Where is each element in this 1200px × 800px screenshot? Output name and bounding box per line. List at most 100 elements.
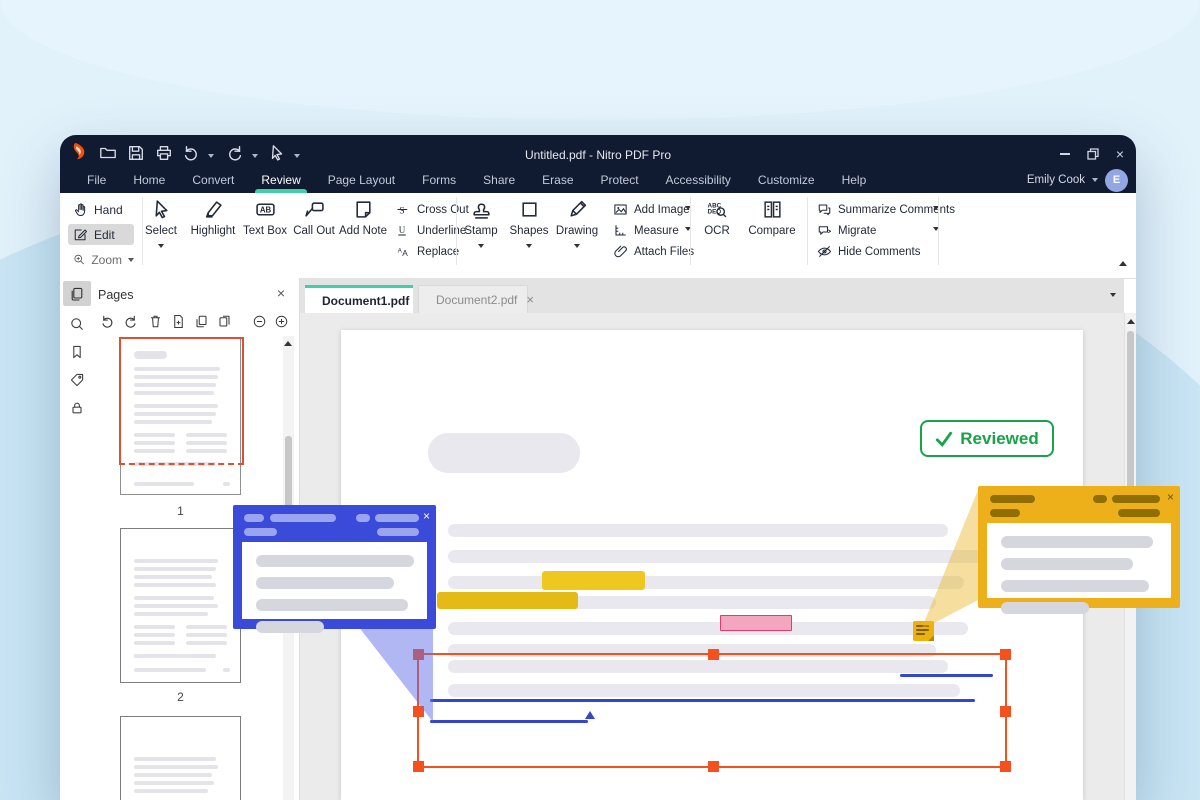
duplicate-page-icon[interactable] bbox=[217, 314, 233, 330]
tab-share[interactable]: Share bbox=[483, 167, 515, 193]
document-tab-1[interactable]: Document1.pdf × bbox=[305, 285, 413, 313]
selection-rectangle[interactable] bbox=[417, 653, 1007, 768]
tab-page-layout[interactable]: Page Layout bbox=[328, 167, 395, 193]
avatar[interactable]: E bbox=[1105, 169, 1128, 192]
ocr-tool[interactable]: ABCDEQ OCR bbox=[689, 199, 745, 237]
svg-text:U: U bbox=[399, 225, 406, 235]
migrate-tool[interactable]: Migrate bbox=[817, 222, 876, 239]
account-menu[interactable]: Emily Cook E bbox=[1027, 167, 1128, 193]
tab-home[interactable]: Home bbox=[133, 167, 165, 193]
resize-handle[interactable] bbox=[413, 706, 424, 717]
popup-body[interactable] bbox=[242, 542, 427, 619]
copy-page-icon[interactable] bbox=[194, 314, 210, 330]
pages-panel-close[interactable]: × bbox=[277, 285, 285, 301]
hand-tool-button[interactable]: Hand bbox=[68, 199, 134, 220]
add-note-tool[interactable]: Add Note bbox=[335, 199, 391, 237]
page-thumbnail-1[interactable] bbox=[120, 338, 241, 495]
close-popup-icon[interactable]: × bbox=[423, 509, 430, 523]
yellow-highlight-annotation[interactable] bbox=[437, 592, 578, 609]
drawing-dropdown[interactable] bbox=[574, 244, 580, 248]
delete-page-icon[interactable] bbox=[148, 314, 164, 330]
pink-highlight-annotation[interactable] bbox=[720, 615, 792, 631]
text-line-placeholder bbox=[223, 482, 230, 486]
text-line-placeholder bbox=[134, 482, 194, 486]
page-thumbnail-2[interactable] bbox=[120, 528, 241, 683]
add-image-tool[interactable]: Add Image bbox=[613, 201, 690, 218]
thumbnails-zoom-in[interactable] bbox=[274, 314, 290, 330]
call-out-tool[interactable]: Call Out bbox=[286, 199, 342, 237]
sticky-note-icon[interactable] bbox=[913, 621, 934, 641]
tab-review[interactable]: Review bbox=[261, 167, 300, 193]
insert-page-icon[interactable] bbox=[171, 314, 187, 330]
close-tab-icon[interactable]: × bbox=[526, 292, 534, 307]
rotate-right-icon[interactable] bbox=[123, 314, 139, 330]
resize-handle[interactable] bbox=[708, 649, 719, 660]
text-line-placeholder bbox=[134, 773, 212, 777]
close-button[interactable]: × bbox=[1109, 145, 1131, 163]
pages-panel-title: Pages bbox=[98, 288, 133, 302]
rail-bookmarks-button[interactable] bbox=[63, 339, 91, 364]
stamp-dropdown[interactable] bbox=[478, 244, 484, 248]
cross-out-icon: S bbox=[396, 202, 411, 217]
measure-tool[interactable]: Measure bbox=[613, 222, 679, 239]
select-dropdown[interactable] bbox=[158, 244, 164, 248]
replace-tool[interactable]: AA Replace bbox=[396, 243, 459, 260]
zoom-dropdown[interactable] bbox=[128, 258, 134, 262]
yellow-highlight-annotation[interactable] bbox=[542, 571, 645, 590]
reviewed-stamp[interactable]: Reviewed bbox=[920, 420, 1054, 457]
tab-forms[interactable]: Forms bbox=[422, 167, 456, 193]
restore-button[interactable] bbox=[1082, 145, 1104, 163]
tab-accessibility[interactable]: Accessibility bbox=[666, 167, 731, 193]
rotate-left-icon[interactable] bbox=[100, 314, 116, 330]
yellow-note-popup[interactable]: × bbox=[978, 486, 1180, 608]
rail-pages-button[interactable] bbox=[63, 281, 91, 306]
text-line-placeholder bbox=[134, 781, 214, 785]
attach-files-icon bbox=[613, 244, 628, 259]
blue-comment-popup[interactable]: × bbox=[233, 505, 436, 629]
popup-body[interactable] bbox=[987, 523, 1171, 598]
tab-erase[interactable]: Erase bbox=[542, 167, 573, 193]
tab-customize[interactable]: Customize bbox=[758, 167, 815, 193]
thumbnails-zoom-out[interactable] bbox=[252, 314, 268, 330]
rail-search-button[interactable] bbox=[63, 311, 91, 336]
resize-handle[interactable] bbox=[1000, 706, 1011, 717]
document-tab-2[interactable]: Document2.pdf × bbox=[418, 285, 528, 313]
hand-icon bbox=[73, 202, 88, 217]
shapes-dropdown[interactable] bbox=[526, 244, 532, 248]
document-tab-strip: Document1.pdf × Document2.pdf × bbox=[300, 278, 1124, 313]
collapse-ribbon-button[interactable] bbox=[1119, 261, 1127, 266]
resize-handle[interactable] bbox=[413, 649, 424, 660]
search-icon bbox=[69, 316, 85, 332]
tab-file[interactable]: File bbox=[87, 167, 106, 193]
select-tool[interactable]: Select bbox=[133, 199, 189, 248]
page-thumbnail-3[interactable] bbox=[120, 716, 241, 800]
tab-list-dropdown[interactable] bbox=[1110, 293, 1116, 297]
tab-help[interactable]: Help bbox=[842, 167, 867, 193]
highlight-tool[interactable]: Highlight bbox=[185, 199, 241, 237]
zoom-tool-button[interactable]: Zoom bbox=[68, 249, 134, 270]
text-box-tool[interactable]: AB Text Box bbox=[237, 199, 293, 237]
stamp-icon bbox=[471, 199, 492, 220]
scroll-up-arrow-icon[interactable] bbox=[284, 341, 292, 346]
comment-text-placeholder bbox=[1001, 602, 1089, 614]
hide-comments-tool[interactable]: Hide Comments bbox=[817, 243, 920, 260]
attach-files-tool[interactable]: Attach Files bbox=[613, 243, 694, 260]
zoom-icon bbox=[73, 252, 85, 267]
rail-security-button[interactable] bbox=[63, 395, 91, 420]
tab-convert[interactable]: Convert bbox=[192, 167, 234, 193]
close-popup-icon[interactable]: × bbox=[1167, 490, 1174, 504]
compare-tool[interactable]: Compare bbox=[744, 199, 800, 237]
tab-protect[interactable]: Protect bbox=[601, 167, 639, 193]
edit-tool-button[interactable]: Edit bbox=[68, 224, 134, 245]
text-line-placeholder bbox=[134, 612, 208, 616]
rail-tags-button[interactable] bbox=[63, 367, 91, 392]
document-page: Reviewed bbox=[341, 330, 1083, 800]
resize-handle[interactable] bbox=[1000, 761, 1011, 772]
scroll-up-arrow-icon[interactable] bbox=[1127, 319, 1135, 324]
resize-handle[interactable] bbox=[413, 761, 424, 772]
text-line-placeholder bbox=[134, 625, 175, 629]
minimize-button[interactable] bbox=[1054, 145, 1076, 163]
resize-handle[interactable] bbox=[708, 761, 719, 772]
resize-handle[interactable] bbox=[1000, 649, 1011, 660]
drawing-tool[interactable]: Drawing bbox=[549, 199, 605, 248]
